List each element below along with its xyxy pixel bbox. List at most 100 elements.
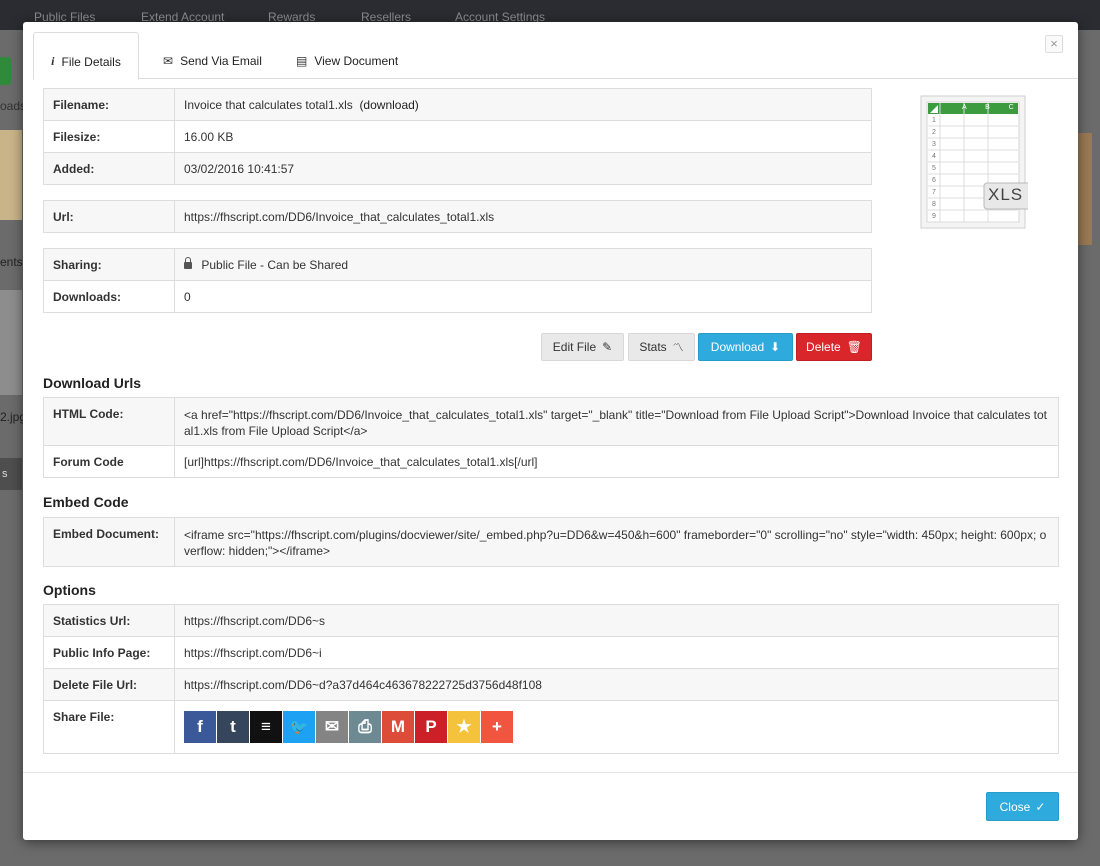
added-label: Added: xyxy=(43,152,175,185)
tab-send-via-email[interactable]: ✉ Send Via Email xyxy=(163,32,262,79)
row-number: 9 xyxy=(932,213,936,220)
delete-file-url-value[interactable]: https://fhscript.com/DD6~d?a37d464c46367… xyxy=(174,668,1059,701)
filename-cell: Invoice that calculates total1.xls (down… xyxy=(174,88,872,121)
delete-button[interactable]: Delete 🗑 xyxy=(796,333,872,361)
check-icon: ✓ xyxy=(1035,799,1046,814)
close-label: Close xyxy=(999,799,1031,814)
xls-badge: XLS xyxy=(988,185,1024,204)
embed-code-table: Embed Document: <iframe src="https://fhs… xyxy=(43,517,1059,567)
gmail-share-icon[interactable]: M xyxy=(382,711,414,743)
filesize-label: Filesize: xyxy=(43,120,175,153)
table-row: Filename: Invoice that calculates total1… xyxy=(43,88,872,121)
bg-thumbnail xyxy=(0,290,22,395)
bg-button: s xyxy=(0,458,22,490)
envelope-icon: ✉ xyxy=(163,54,174,68)
options-table: Statistics Url: https://fhscript.com/DD6… xyxy=(43,604,1059,754)
table-row: HTML Code: <a href="https://fhscript.com… xyxy=(43,397,1059,446)
row-number: 3 xyxy=(932,141,936,148)
bg-thumbnail xyxy=(1078,133,1092,245)
row-number: 5 xyxy=(932,165,936,172)
buffer-share-icon[interactable]: ≡ xyxy=(250,711,282,743)
statistics-url-label: Statistics Url: xyxy=(43,604,175,637)
close-button[interactable]: Close ✓ xyxy=(986,792,1059,821)
arrow-down-icon: ⬇ xyxy=(770,340,781,354)
table-row: Statistics Url: https://fhscript.com/DD6… xyxy=(43,604,1059,637)
tumblr-share-icon[interactable]: t xyxy=(217,711,249,743)
lock-icon xyxy=(184,256,192,269)
forum-code-label: Forum Code xyxy=(43,445,175,478)
downloads-value: 0 xyxy=(174,280,872,313)
added-value: 03/02/2016 10:41:57 xyxy=(174,152,872,185)
row-number: 4 xyxy=(932,153,936,160)
download-urls-heading: Download Urls xyxy=(43,375,142,391)
tab-label: View Document xyxy=(314,54,399,68)
edit-label: Edit File xyxy=(552,340,597,354)
background-green-button xyxy=(0,57,11,85)
edit-file-button[interactable]: Edit File ✎ xyxy=(541,333,624,361)
embed-code-heading: Embed Code xyxy=(43,494,129,510)
table-row: Embed Document: <iframe src="https://fhs… xyxy=(43,517,1059,567)
pencil-icon: ✎ xyxy=(602,340,613,354)
share-file-cell: f t ≡ 🐦 ✉ ⎙ M P ★ + xyxy=(174,700,1059,754)
url-table: Url: https://fhscript.com/DD6/Invoice_th… xyxy=(43,200,872,233)
table-row: Delete File Url: https://fhscript.com/DD… xyxy=(43,668,1059,701)
sharing-table: Sharing: Public File - Can be Shared Dow… xyxy=(43,248,872,313)
bg-fragment: ents xyxy=(0,255,23,269)
modal-footer: Close ✓ xyxy=(23,772,1078,840)
tab-file-details[interactable]: i File Details xyxy=(33,32,139,80)
tab-label: File Details xyxy=(61,54,121,69)
pinterest-share-icon[interactable]: P xyxy=(415,711,447,743)
print-share-icon[interactable]: ⎙ xyxy=(349,711,381,743)
embed-document-label: Embed Document: xyxy=(43,517,175,567)
column-header: A xyxy=(962,104,967,111)
stats-button[interactable]: Stats 〽 xyxy=(628,333,695,361)
table-row: Downloads: 0 xyxy=(43,280,872,313)
html-code-value[interactable]: <a href="https://fhscript.com/DD6/Invoic… xyxy=(174,397,1059,446)
public-info-value[interactable]: https://fhscript.com/DD6~i xyxy=(174,636,1059,669)
column-header: B xyxy=(985,104,990,111)
table-row: Url: https://fhscript.com/DD6/Invoice_th… xyxy=(43,200,872,233)
download-urls-table: HTML Code: <a href="https://fhscript.com… xyxy=(43,397,1059,478)
forum-code-value[interactable]: [url]https://fhscript.com/DD6/Invoice_th… xyxy=(174,445,1059,478)
table-row: Forum Code [url]https://fhscript.com/DD6… xyxy=(43,445,1059,478)
download-button[interactable]: Download ⬇ xyxy=(698,333,793,361)
download-link[interactable]: (download) xyxy=(359,98,418,112)
row-number: 8 xyxy=(932,201,936,208)
url-value: https://fhscript.com/DD6/Invoice_that_ca… xyxy=(174,200,872,233)
bg-thumbnail xyxy=(0,130,22,220)
filename-label: Filename: xyxy=(43,88,175,121)
file-info-table: Filename: Invoice that calculates total1… xyxy=(43,88,872,185)
table-row: Sharing: Public File - Can be Shared xyxy=(43,248,872,281)
table-row: Share File: f t ≡ 🐦 ✉ ⎙ M P ★ + xyxy=(43,700,1059,754)
delete-label: Delete xyxy=(806,340,841,354)
document-icon: ▤ xyxy=(296,54,308,68)
row-number: 2 xyxy=(932,129,936,136)
table-row: Added: 03/02/2016 10:41:57 xyxy=(43,152,872,185)
more-share-icon[interactable]: + xyxy=(481,711,513,743)
file-details-modal: i File Details ✉ Send Via Email ▤ View D… xyxy=(23,22,1078,840)
twitter-share-icon[interactable]: 🐦 xyxy=(283,711,315,743)
row-number: 7 xyxy=(932,189,936,196)
info-icon: i xyxy=(51,54,55,68)
statistics-url-value[interactable]: https://fhscript.com/DD6~s xyxy=(174,604,1059,637)
favorites-share-icon[interactable]: ★ xyxy=(448,711,480,743)
trash-icon: 🗑 xyxy=(846,340,862,354)
xls-row-numbers: 1 2 3 4 5 6 7 8 9 xyxy=(929,115,939,223)
sharing-value: Public File - Can be Shared xyxy=(201,257,349,272)
close-icon[interactable]: × xyxy=(1045,35,1063,53)
share-file-label: Share File: xyxy=(43,700,175,754)
facebook-share-icon[interactable]: f xyxy=(184,711,216,743)
sharing-label: Sharing: xyxy=(43,248,175,281)
delete-file-url-label: Delete File Url: xyxy=(43,668,175,701)
tab-view-document[interactable]: ▤ View Document xyxy=(296,32,398,79)
tab-label: Send Via Email xyxy=(180,54,262,68)
stats-label: Stats xyxy=(639,340,667,354)
modal-tabs: i File Details ✉ Send Via Email ▤ View D… xyxy=(33,32,1078,80)
embed-document-value[interactable]: <iframe src="https://fhscript.com/plugin… xyxy=(174,517,1059,567)
options-heading: Options xyxy=(43,582,96,598)
share-buttons: f t ≡ 🐦 ✉ ⎙ M P ★ + xyxy=(184,711,1049,743)
url-label: Url: xyxy=(43,200,175,233)
email-share-icon[interactable]: ✉ xyxy=(316,711,348,743)
table-row: Public Info Page: https://fhscript.com/D… xyxy=(43,636,1059,669)
chart-line-icon: 〽 xyxy=(672,342,684,354)
